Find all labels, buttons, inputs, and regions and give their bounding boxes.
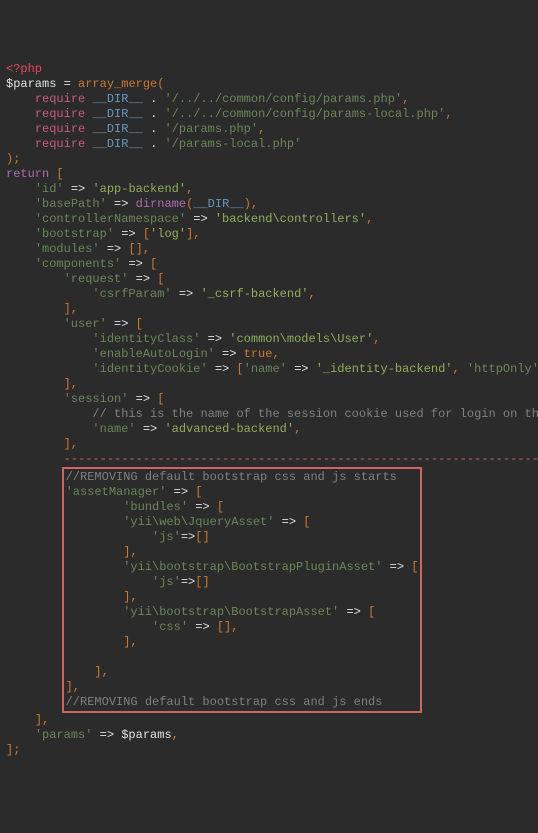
php-open-tag: <?php (6, 62, 42, 76)
var-params: $params (6, 77, 56, 91)
highlighted-code-block: //REMOVING default bootstrap css and js … (62, 467, 423, 713)
code-editor-view: <?php $params = array_merge( require __D… (6, 62, 532, 758)
